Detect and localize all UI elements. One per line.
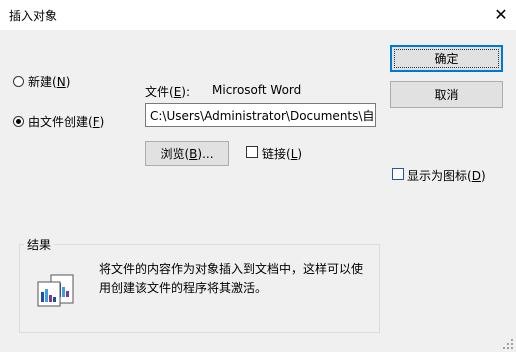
- resize-grip-icon[interactable]: [502, 338, 514, 350]
- dialog-title: 插入对象: [9, 9, 58, 23]
- create-from-file-radio[interactable]: 由文件创建(F): [13, 113, 104, 130]
- cancel-button[interactable]: 取消: [390, 81, 503, 108]
- display-as-icon-label: 显示为图标(D): [407, 169, 486, 183]
- link-label: 链接(L): [262, 147, 303, 161]
- radio-checked-icon[interactable]: [13, 116, 24, 127]
- browse-button-label: 浏览(B)...: [160, 147, 214, 161]
- close-icon[interactable]: ✕: [488, 2, 514, 28]
- create-new-label: 新建(N): [28, 75, 71, 89]
- ok-button-label: 确定: [434, 52, 459, 66]
- link-checkbox[interactable]: [246, 146, 258, 158]
- title-bar: 插入对象 ✕: [0, 0, 516, 30]
- file-label: 文件(E):: [145, 85, 191, 99]
- file-path-input[interactable]: C:\Users\Administrator\Documents\自定: [145, 103, 376, 127]
- create-new-radio[interactable]: 新建(N): [13, 73, 70, 90]
- radio-circle-icon[interactable]: [13, 76, 24, 87]
- result-legend: 结果: [24, 236, 55, 253]
- result-description: 将文件的内容作为对象插入到文档中，这样可以使用创建该文件的程序将其激活。: [99, 262, 364, 295]
- document-object-icon: [37, 274, 74, 307]
- display-as-icon-checkbox[interactable]: [392, 168, 404, 180]
- browse-button[interactable]: 浏览(B)...: [145, 141, 229, 166]
- create-from-file-label: 由文件创建(F): [28, 115, 105, 129]
- ok-button[interactable]: 确定: [390, 45, 503, 72]
- cancel-button-label: 取消: [434, 88, 459, 102]
- source-app-name: Microsoft Word: [212, 83, 302, 97]
